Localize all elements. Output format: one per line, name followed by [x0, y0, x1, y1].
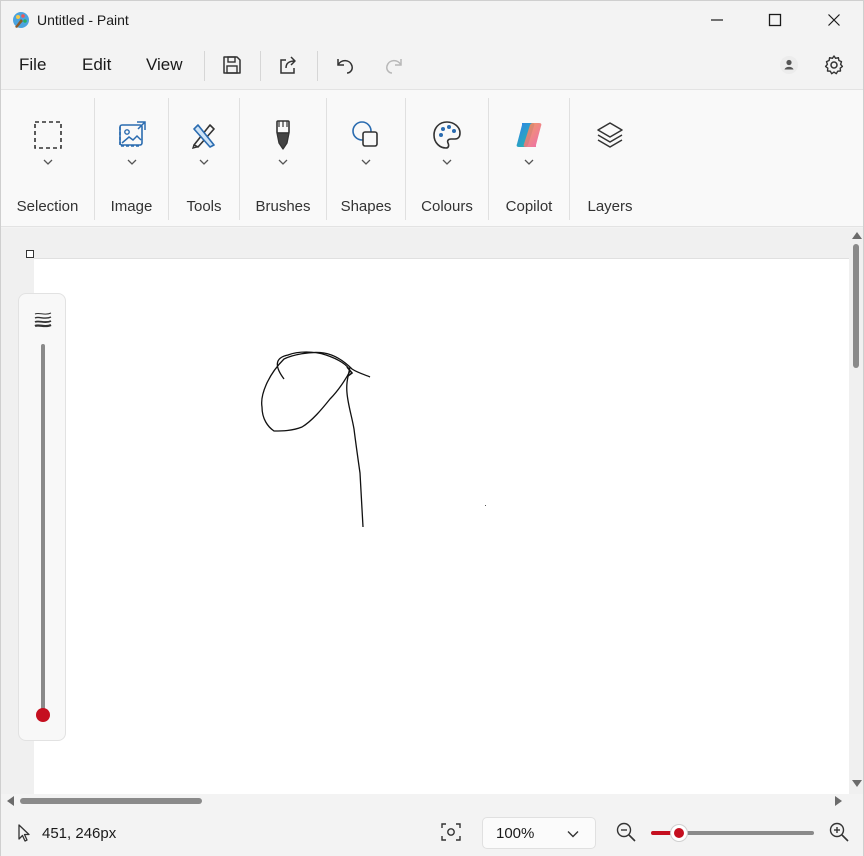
ribbon-group-brushes[interactable]: Brushes: [240, 90, 326, 226]
menu-divider: [204, 51, 205, 81]
chevron-down-icon[interactable]: [126, 158, 138, 166]
status-bar: 451, 246px 100%: [1, 808, 863, 856]
minimize-icon: [711, 19, 723, 21]
close-button[interactable]: [811, 1, 857, 39]
shapes-icon: [349, 118, 383, 152]
freehand-stroke: [346, 366, 364, 528]
minimize-button[interactable]: [694, 1, 740, 39]
canvas-resize-handle[interactable]: [26, 250, 34, 258]
paint-window: Untitled - Paint File Edit View Selectio…: [0, 0, 864, 856]
chevron-down-icon[interactable]: [523, 158, 535, 166]
redo-icon: [386, 59, 402, 74]
chevron-down-icon[interactable]: [277, 158, 289, 166]
brush-size-slider-thumb[interactable]: [36, 708, 50, 722]
zoom-in-icon[interactable]: [829, 822, 849, 842]
freehand-stroke: [261, 351, 371, 432]
ribbon-label-brushes: Brushes: [255, 198, 311, 215]
ribbon-group-colours[interactable]: Colours: [406, 90, 488, 226]
title-bar: Untitled - Paint: [1, 1, 863, 41]
canvas-drawing: [261, 351, 486, 528]
drawing-canvas[interactable]: [34, 258, 849, 794]
save-icon: [223, 56, 241, 74]
scroll-up-arrow-icon[interactable]: [852, 232, 862, 239]
scroll-left-arrow-icon[interactable]: [7, 796, 14, 806]
vertical-scroll-thumb[interactable]: [853, 244, 859, 368]
selection-icon: [31, 118, 65, 152]
vertical-scrollbar[interactable]: [849, 228, 863, 794]
menu-bar: File Edit View: [1, 41, 863, 89]
chevron-down-icon: [567, 831, 579, 838]
close-icon: [828, 14, 840, 26]
ribbon-label-layers: Layers: [587, 198, 633, 215]
ribbon-group-image[interactable]: Image: [95, 90, 168, 226]
chevron-down-icon[interactable]: [441, 158, 453, 166]
ribbon-group-layers[interactable]: Layers: [570, 90, 650, 226]
zoom-slider-thumb[interactable]: [670, 824, 688, 842]
chevron-down-icon[interactable]: [360, 158, 372, 166]
settings-button[interactable]: [820, 51, 848, 79]
ribbon-group-shapes[interactable]: Shapes: [327, 90, 405, 226]
palette-icon: [430, 118, 464, 152]
maximize-button[interactable]: [752, 1, 798, 39]
save-button[interactable]: [218, 51, 246, 79]
menu-divider: [260, 51, 261, 81]
chevron-down-icon[interactable]: [42, 158, 54, 166]
ribbon-label-copilot: Copilot: [505, 198, 553, 215]
ribbon-label-tools: Tools: [186, 198, 222, 215]
scroll-down-arrow-icon[interactable]: [852, 780, 862, 787]
account-icon: [780, 56, 798, 74]
ribbon-label-colours: Colours: [421, 198, 473, 215]
maximize-icon: [768, 13, 782, 27]
ribbon-label-image: Image: [110, 198, 153, 215]
zoom-out-icon[interactable]: [616, 822, 636, 842]
tools-icon: [187, 118, 221, 152]
canvas-workspace: [1, 228, 863, 794]
horizontal-scrollbar[interactable]: [1, 794, 849, 808]
brush-icon: [266, 118, 300, 152]
menu-divider: [317, 51, 318, 81]
ribbon-group-selection[interactable]: Selection: [1, 90, 94, 226]
settings-icon: [824, 55, 844, 75]
brush-size-panel: [18, 293, 66, 741]
layers-icon: [593, 118, 627, 152]
ribbon-toolbar: Selection Image Tools Brushes Shapes Col…: [1, 89, 863, 227]
zoom-level-value: 100%: [496, 825, 535, 842]
undo-icon: [337, 59, 353, 74]
scroll-right-arrow-icon[interactable]: [835, 796, 842, 806]
canvas-dot: [485, 505, 486, 506]
menu-view[interactable]: View: [146, 55, 183, 75]
ribbon-label-shapes: Shapes: [340, 198, 392, 215]
ribbon-label-selection: Selection: [16, 198, 79, 215]
paint-app-icon: [13, 12, 29, 28]
zoom-slider-track[interactable]: [679, 831, 814, 835]
redo-button[interactable]: [380, 51, 408, 79]
cursor-coordinates: 451, 246px: [42, 825, 117, 842]
ribbon-group-copilot[interactable]: Copilot: [489, 90, 569, 226]
account-button[interactable]: [775, 51, 803, 79]
horizontal-scroll-thumb[interactable]: [20, 798, 202, 804]
image-icon: [115, 118, 149, 152]
menu-edit[interactable]: Edit: [82, 55, 111, 75]
window-title: Untitled - Paint: [37, 12, 129, 28]
undo-button[interactable]: [331, 51, 359, 79]
zoom-level-dropdown[interactable]: 100%: [482, 817, 596, 849]
cursor-icon: [18, 824, 30, 842]
brush-size-slider-track[interactable]: [41, 344, 45, 714]
stroke-size-icon: [34, 312, 52, 328]
chevron-down-icon[interactable]: [198, 158, 210, 166]
share-button[interactable]: [274, 51, 302, 79]
menu-file[interactable]: File: [19, 55, 46, 75]
ribbon-group-tools[interactable]: Tools: [169, 90, 239, 226]
copilot-icon: [512, 118, 546, 152]
share-icon: [280, 56, 296, 74]
fit-to-window-icon[interactable]: [441, 823, 461, 841]
